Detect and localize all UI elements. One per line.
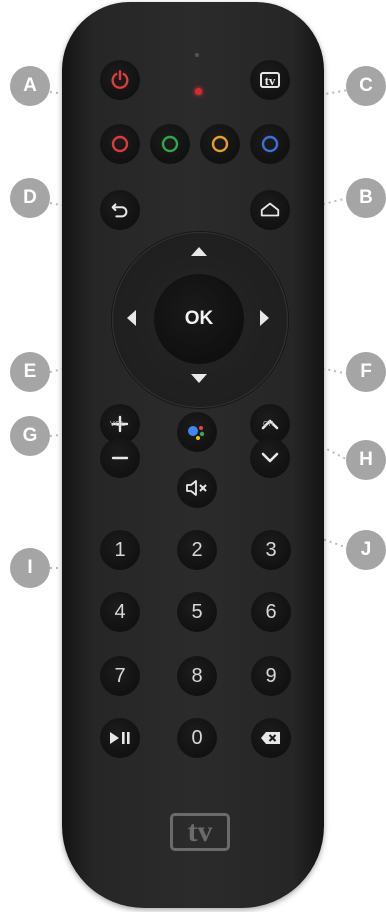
brand-logo-text: tv — [187, 815, 213, 848]
brand-logo: tv — [168, 812, 232, 852]
key-7-label: 7 — [114, 664, 126, 687]
right-arrow-icon — [260, 310, 269, 326]
callout-h: H — [346, 440, 386, 480]
up-button[interactable] — [189, 244, 209, 263]
red-key[interactable] — [100, 124, 140, 164]
callout-g: G — [10, 416, 50, 456]
key-8[interactable]: 8 — [177, 656, 217, 696]
callout-a: A — [10, 66, 50, 106]
green-key[interactable] — [150, 124, 190, 164]
home-icon — [260, 202, 280, 217]
blue-key[interactable] — [250, 124, 290, 164]
tv-badge-text: tv — [264, 72, 276, 88]
play-pause-button[interactable] — [100, 718, 140, 758]
key-1[interactable]: 1 — [100, 530, 140, 570]
assistant-icon — [188, 426, 205, 440]
key-2-label: 2 — [191, 538, 203, 561]
key-6-label: 6 — [265, 600, 277, 623]
down-button[interactable] — [189, 372, 209, 391]
key-6[interactable]: 6 — [251, 592, 291, 632]
up-arrow-icon — [191, 247, 207, 256]
callout-i: I — [10, 548, 50, 588]
blue-circle-icon — [261, 135, 279, 153]
key-3[interactable]: 3 — [251, 530, 291, 570]
minus-icon — [111, 456, 129, 460]
status-led — [195, 88, 202, 95]
down-arrow-icon — [191, 374, 207, 383]
callout-b: B — [346, 178, 386, 218]
yellow-circle-icon — [211, 135, 229, 153]
delete-icon — [261, 732, 280, 744]
key-8-label: 8 — [191, 664, 203, 687]
ok-button[interactable]: OK — [154, 274, 244, 364]
key-5[interactable]: 5 — [177, 592, 217, 632]
right-button[interactable] — [258, 308, 272, 333]
chevron-down-icon — [261, 452, 279, 463]
power-button[interactable] — [100, 60, 140, 100]
key-9-label: 9 — [265, 664, 277, 687]
key-4[interactable]: 4 — [100, 592, 140, 632]
ok-label: OK — [184, 308, 214, 329]
ch-label: CH — [263, 421, 275, 428]
back-button[interactable] — [100, 190, 140, 230]
mute-button[interactable] — [177, 468, 217, 508]
home-button[interactable] — [250, 190, 290, 230]
key-9[interactable]: 9 — [251, 656, 291, 696]
vol-label: VOL — [110, 421, 126, 428]
red-circle-icon — [111, 135, 129, 153]
play-pause-icon — [110, 732, 130, 744]
left-button[interactable] — [124, 308, 138, 333]
green-circle-icon — [161, 135, 179, 153]
tv-input-button[interactable]: tv — [250, 60, 290, 100]
left-arrow-icon — [127, 310, 136, 326]
mute-icon — [186, 480, 207, 496]
channel-down-button[interactable] — [250, 438, 290, 478]
delete-button[interactable] — [251, 718, 291, 758]
callout-e: E — [10, 352, 50, 392]
assistant-button[interactable] — [177, 412, 217, 452]
key-7[interactable]: 7 — [100, 656, 140, 696]
callout-c: C — [346, 66, 386, 106]
key-5-label: 5 — [191, 600, 203, 623]
key-0-label: 0 — [191, 726, 203, 749]
key-3-label: 3 — [265, 538, 277, 561]
key-1-label: 1 — [114, 538, 126, 561]
callout-f: F — [346, 352, 386, 392]
back-icon — [111, 203, 128, 218]
tv-icon: tv — [259, 72, 281, 88]
key-4-label: 4 — [114, 600, 126, 623]
callout-j: J — [346, 530, 386, 570]
microphone-hole — [195, 53, 199, 57]
yellow-key[interactable] — [200, 124, 240, 164]
power-icon — [111, 70, 129, 89]
callout-d: D — [10, 178, 50, 218]
volume-down-button[interactable] — [100, 438, 140, 478]
key-2[interactable]: 2 — [177, 530, 217, 570]
key-0[interactable]: 0 — [177, 718, 217, 758]
